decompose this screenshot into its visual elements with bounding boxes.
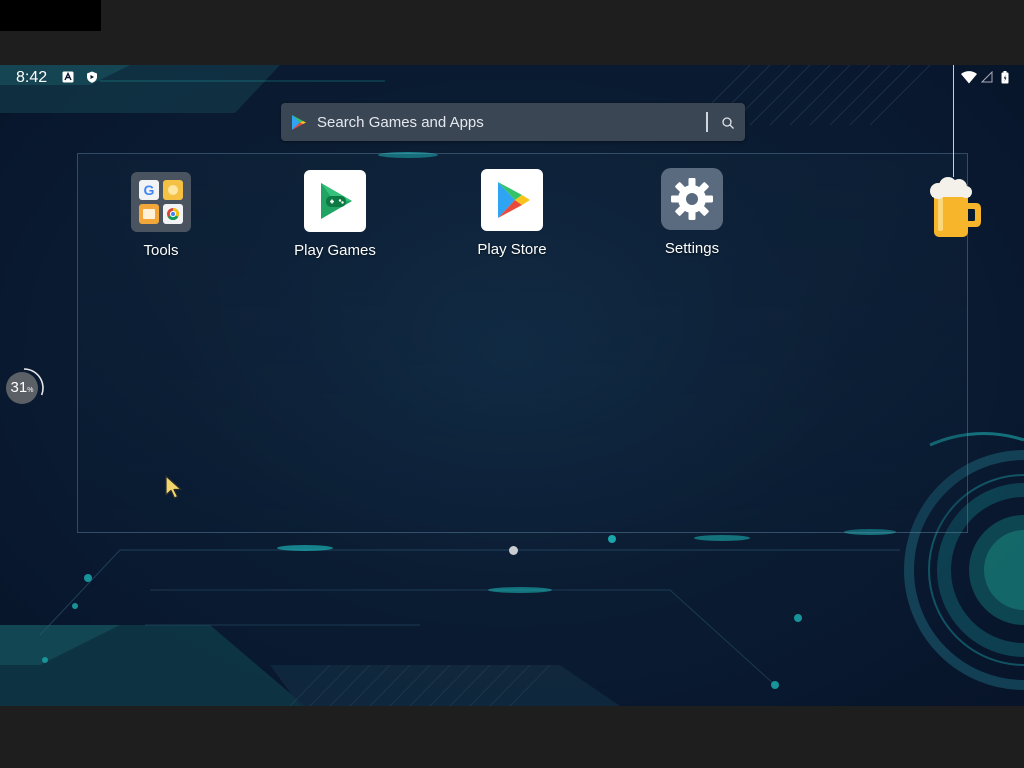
top-black-bar	[0, 0, 101, 31]
play-games-icon	[304, 170, 366, 232]
app-label: Play Store	[477, 241, 547, 258]
app-settings[interactable]: Settings	[632, 168, 752, 257]
play-store-icon	[481, 169, 543, 231]
search-icon[interactable]	[721, 116, 735, 130]
search-input[interactable]: Search Games and Apps	[317, 114, 484, 131]
app-play-store[interactable]: Play Store	[452, 169, 572, 258]
clock: 8:42	[16, 69, 48, 86]
search-divider	[706, 112, 708, 132]
memory-usage-widget[interactable]: 31%	[6, 368, 44, 406]
bottom-letterbox	[0, 706, 1024, 768]
app-label: Tools	[143, 242, 179, 259]
a-icon	[62, 71, 74, 83]
memory-usage-value: 31%	[6, 372, 38, 404]
shield-icon	[87, 71, 97, 83]
play-store-icon	[292, 115, 306, 130]
signal-icon	[981, 71, 993, 83]
settings-gear-icon	[661, 168, 723, 230]
app-label: Play Games	[294, 242, 376, 259]
beer-hanger-string	[953, 65, 954, 177]
battery-icon	[1001, 71, 1009, 84]
app-play-games[interactable]: Play Games	[275, 170, 395, 259]
android-home-screen: 8:42 Search Games and Apps G Tools Play …	[0, 65, 1024, 706]
app-label: Settings	[664, 240, 720, 257]
tools-folder-icon: G	[131, 172, 191, 232]
svg-text:G: G	[144, 182, 155, 198]
page-indicator-dot[interactable]	[509, 546, 518, 555]
app-tools[interactable]: G Tools	[101, 172, 221, 259]
search-bar[interactable]: Search Games and Apps	[281, 103, 745, 141]
beer-mug-icon[interactable]	[928, 175, 984, 241]
wifi-icon	[961, 71, 977, 84]
status-bar: 8:42	[0, 65, 1024, 91]
mouse-cursor-icon	[165, 475, 182, 499]
